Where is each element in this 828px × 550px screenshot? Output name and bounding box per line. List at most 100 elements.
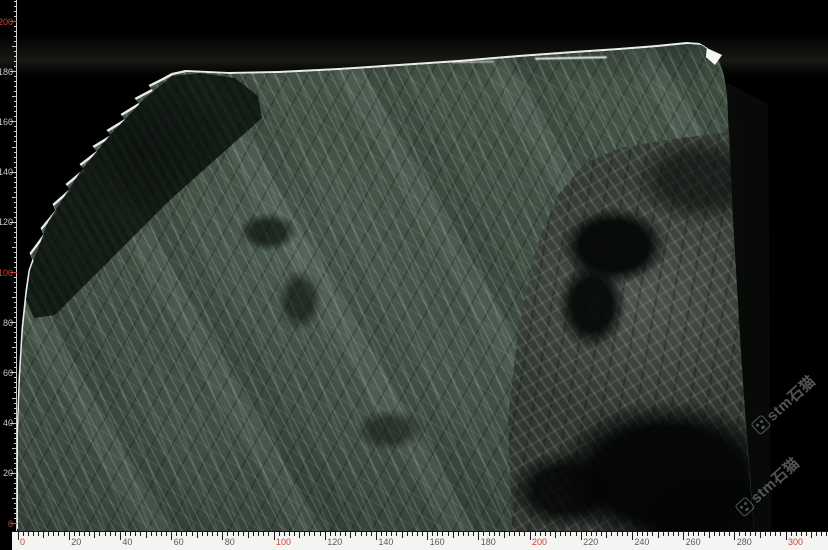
ruler-tick	[14, 458, 18, 459]
ruler-tick	[14, 111, 18, 112]
ruler-tick	[355, 532, 356, 536]
ruler-tick	[14, 438, 18, 439]
ruler-tick	[683, 532, 684, 540]
ruler-tick	[74, 532, 75, 536]
ruler-tick	[14, 257, 18, 258]
ruler-tick	[12, 498, 17, 499]
ruler-tick	[12, 297, 17, 298]
ruler-tick	[704, 532, 705, 536]
ruler-tick	[14, 116, 18, 117]
ruler-tick	[724, 532, 725, 536]
ruler-tick	[801, 532, 802, 536]
ruler-tick	[494, 532, 495, 536]
ruler-tick	[289, 532, 290, 536]
ruler-tick	[12, 448, 17, 449]
ruler-tick	[14, 106, 18, 107]
ruler-tick	[412, 532, 413, 536]
ruler-tick	[750, 532, 751, 536]
ruler-tick	[12, 197, 17, 198]
ruler-tick	[14, 403, 18, 404]
ruler-tick	[14, 508, 18, 509]
horizontal-ruler: 0204060801001201401601802002202402602803…	[12, 531, 828, 550]
ruler-tick	[350, 532, 351, 538]
ruler-tick	[14, 217, 18, 218]
ruler-tick	[64, 532, 65, 536]
ruler-tick	[330, 532, 331, 536]
ruler-tick	[14, 408, 18, 409]
ruler-tick	[14, 26, 18, 27]
ruler-tick	[89, 532, 90, 536]
ruler-tick	[760, 532, 761, 538]
ruler-tick	[591, 532, 592, 536]
ruler-label: 200	[0, 17, 13, 27]
ruler-label: 180	[0, 67, 13, 77]
ruler-tick	[58, 532, 59, 536]
ruler-tick	[320, 532, 321, 536]
ruler-tick	[637, 532, 638, 536]
ruler-tick	[135, 532, 136, 536]
ruler-tick	[14, 16, 18, 17]
ruler-tick	[212, 532, 213, 536]
ruler-tick	[770, 532, 771, 536]
ruler-tick	[483, 532, 484, 536]
ruler-tick	[504, 532, 505, 538]
ruler-tick	[14, 433, 18, 434]
ruler-tick	[14, 187, 18, 188]
ruler-tick	[14, 91, 18, 92]
ruler-tick	[391, 532, 392, 536]
ruler-tick	[361, 532, 362, 536]
ruler-tick	[811, 532, 812, 538]
ruler-tick	[14, 157, 18, 158]
ruler-tick	[14, 428, 18, 429]
ruler-tick	[14, 277, 18, 278]
ruler-label: 120	[327, 537, 342, 547]
ruler-tick	[627, 532, 628, 536]
ruler-tick	[335, 532, 336, 536]
ruler-tick	[14, 483, 18, 484]
ruler-tick	[448, 532, 449, 536]
ruler-label: 0	[20, 537, 25, 547]
ruler-tick	[14, 352, 18, 353]
watermark-text: stm石猫	[762, 370, 820, 425]
ruler-tick	[14, 488, 18, 489]
vertical-ruler: 020406080100120140160180200	[0, 0, 17, 531]
ruler-tick	[745, 532, 746, 536]
ruler-tick	[263, 532, 264, 536]
ruler-tick	[432, 532, 433, 536]
ruler-tick	[14, 81, 18, 82]
ruler-tick	[570, 532, 571, 536]
ruler-tick	[14, 141, 18, 142]
ruler-label: 200	[532, 537, 547, 547]
ruler-tick	[14, 56, 18, 57]
ruler-tick	[453, 532, 454, 538]
ruler-label: 160	[430, 537, 445, 547]
ruler-tick	[14, 101, 18, 102]
ruler-tick	[514, 532, 515, 536]
ruler-tick	[130, 532, 131, 536]
ruler-tick	[698, 532, 699, 536]
slab-measurement-viewport: 020406080100120140160180200 020406080100…	[0, 0, 828, 550]
ruler-tick	[555, 532, 556, 538]
ruler-tick	[14, 66, 18, 67]
ruler-tick	[14, 202, 18, 203]
ruler-tick	[14, 377, 18, 378]
ruler-tick	[14, 252, 18, 253]
ruler-tick	[238, 532, 239, 536]
ruler-label: 240	[634, 537, 649, 547]
ruler-tick	[12, 247, 17, 248]
ruler-tick	[14, 312, 18, 313]
ruler-tick	[509, 532, 510, 536]
ruler-tick	[688, 532, 689, 536]
ruler-tick	[386, 532, 387, 536]
ruler-label: 60	[3, 368, 13, 378]
ruler-tick	[396, 532, 397, 536]
ruler-tick	[14, 267, 18, 268]
ruler-tick	[617, 532, 618, 536]
ruler-tick	[14, 227, 18, 228]
ruler-label: 260	[686, 537, 701, 547]
ruler-tick	[325, 532, 326, 540]
ruler-tick	[233, 532, 234, 536]
ruler-tick	[151, 532, 152, 536]
ruler-tick	[606, 532, 607, 538]
ruler-tick	[14, 1, 18, 2]
